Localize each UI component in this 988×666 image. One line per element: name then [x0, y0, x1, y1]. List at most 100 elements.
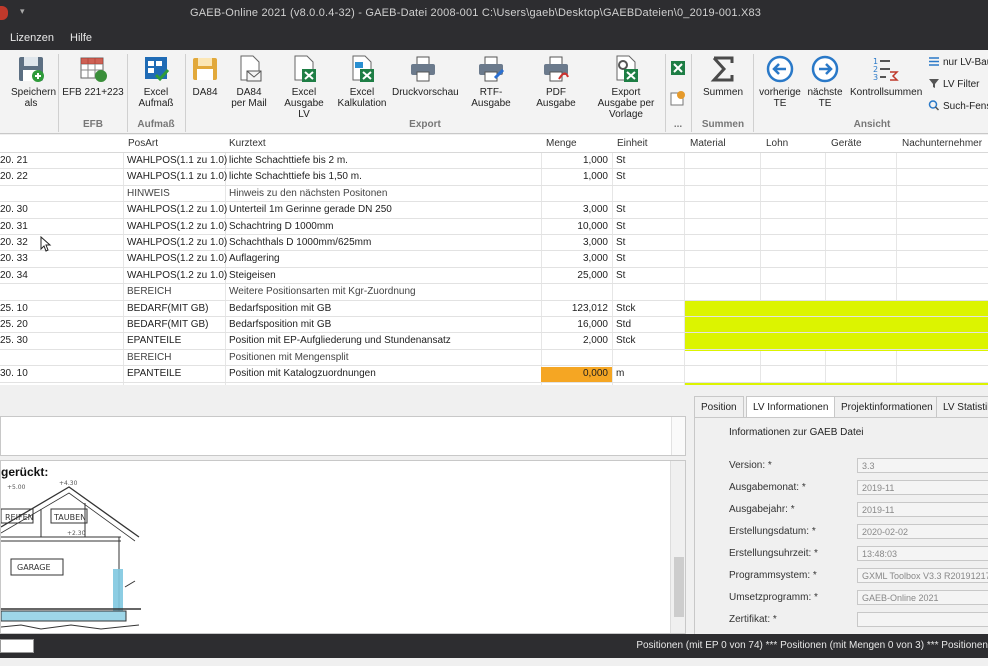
- numbered-sum-icon: 123: [870, 54, 900, 84]
- cell-kurztext: Positionen mit Mengensplit: [229, 351, 349, 363]
- excel-kalkulation-button[interactable]: Excel Kalkulation: [334, 54, 390, 109]
- info-field-value[interactable]: GXML Toolbox V3.3 R20191217: [857, 568, 988, 583]
- app-icon[interactable]: [0, 6, 8, 20]
- da84-button[interactable]: DA84: [188, 54, 222, 98]
- pdf-ausgabe-button[interactable]: PDF Ausgabe: [526, 54, 586, 109]
- table-row[interactable]: 30. 10 EPANTEILE Position mit Katalogzuord…: [0, 366, 988, 383]
- menu-hilfe[interactable]: Hilfe: [70, 32, 92, 44]
- table-row[interactable]: 25. 30 EPANTEILE Position mit EP-Aufgliede…: [0, 333, 988, 350]
- cell-oz: 20. 33: [0, 253, 28, 265]
- tab-projektinformationen[interactable]: Projektinformationen: [834, 396, 940, 418]
- kontrollsummen-button[interactable]: 123 Kontrollsummen: [850, 54, 923, 98]
- cell-einheit: St: [616, 269, 626, 281]
- cell-posart: WAHLPOS(1.2 zu 1.0): [127, 253, 228, 265]
- excel-aufmass-label: Excel Aufmaß: [138, 87, 174, 109]
- such-fenster-button[interactable]: Such-Fenst: [928, 100, 988, 112]
- info-field-value[interactable]: 2019-11: [857, 480, 988, 495]
- tab-position[interactable]: Position: [694, 396, 744, 418]
- group-label-export: Export: [409, 119, 441, 130]
- cell-kurztext: Bedarfsposition mit GB: [229, 302, 332, 314]
- nur-lv-bau-button[interactable]: nur LV-Bau: [928, 56, 988, 68]
- quick-access-dropdown-icon[interactable]: ▾: [20, 6, 25, 17]
- druckvorschau-label: Druckvorschau: [392, 87, 459, 98]
- column-header-nachunternehmer[interactable]: Nachunternehmer: [902, 138, 982, 149]
- info-field-value[interactable]: 2019-11: [857, 502, 988, 517]
- sketch-caption: gerückt:: [1, 465, 49, 479]
- info-field-label: Ausgabejahr: *: [729, 504, 795, 515]
- table-row[interactable]: BEREICH Positionen mit Mengensplit: [0, 350, 988, 367]
- grid-header: PosArt Kurztext Menge Einheit Material L…: [0, 135, 988, 153]
- column-header-material[interactable]: Material: [690, 138, 726, 149]
- table-row[interactable]: 20. 21 WAHLPOS(1.1 zu 1.0) lichte Schachtt…: [0, 153, 988, 170]
- efb-221-223-button[interactable]: EFB 221+223: [62, 54, 124, 98]
- table-row[interactable]: 20. 34 WAHLPOS(1.2 zu 1.0) Steigeisen 25,00…: [0, 268, 988, 285]
- next-te-label: nächste TE: [807, 87, 843, 109]
- import-small-icon[interactable]: [670, 90, 686, 106]
- cell-kurztext: lichte Schachttiefe bis 1,50 m.: [229, 171, 362, 183]
- tab-lv-informationen[interactable]: LV Informationen: [746, 396, 836, 418]
- cell-oz: 25. 30: [0, 335, 28, 347]
- export-vorlage-button[interactable]: Export Ausgabe per Vorlage: [590, 54, 662, 120]
- column-header-posart[interactable]: PosArt: [128, 138, 158, 149]
- sketch-scrollbar[interactable]: [670, 461, 685, 633]
- info-field-value[interactable]: GAEB-Online 2021: [857, 590, 988, 605]
- yellow-disk-icon: [190, 54, 220, 84]
- table-row[interactable]: 20. 22 WAHLPOS(1.1 zu 1.0) lichte Schachtt…: [0, 169, 988, 186]
- next-te-button[interactable]: nächste TE: [803, 54, 847, 109]
- cell-menge: 2,000: [582, 335, 608, 347]
- column-header-geraete[interactable]: Geräte: [831, 138, 862, 149]
- previous-te-button[interactable]: vorherige TE: [756, 54, 804, 109]
- cell-oz: 25. 20: [0, 319, 28, 330]
- table-row[interactable]: 25. 10 BEDARF(MIT GB) Bedarfsposition mit …: [0, 301, 988, 317]
- column-header-lohn[interactable]: Lohn: [766, 138, 788, 149]
- druckvorschau-button[interactable]: Druckvorschau: [392, 54, 459, 98]
- table-row[interactable]: BEREICH Weitere Positionsarten mit Kgr-Zu…: [0, 284, 988, 301]
- table-row[interactable]: 20. 31 WAHLPOS(1.2 zu 1.0) Schachtring D 1…: [0, 219, 988, 235]
- cell-einheit: St: [616, 220, 626, 232]
- table-row[interactable]: 20. 32 WAHLPOS(1.2 zu 1.0) Schachthals D 1…: [0, 235, 988, 252]
- table-row[interactable]: 20. 30 WAHLPOS(1.2 zu 1.0) Unterteil 1m Ge…: [0, 202, 988, 219]
- save-as-button[interactable]: Speichern als: [6, 54, 56, 109]
- lv-positions-grid: PosArt Kurztext Menge Einheit Material L…: [0, 135, 988, 385]
- position-sketch-panel: gerückt: REIFEN TAUBEN GARAGE +5.00 +4.3…: [0, 460, 686, 634]
- status-bar: Positionen (mit EP 0 von 74) *** Positio…: [0, 634, 988, 658]
- cell-posart: WAHLPOS(1.2 zu 1.0): [127, 204, 228, 216]
- sketch-label-tauben: TAUBEN: [53, 513, 86, 522]
- info-field-value[interactable]: 13:48:03: [857, 546, 988, 561]
- table-row[interactable]: 25. 20 BEDARF(MIT GB) Bedarfsposition mit …: [0, 317, 988, 334]
- sketch-scrollbar-thumb[interactable]: [674, 557, 684, 617]
- column-header-menge[interactable]: Menge: [546, 138, 577, 149]
- excel-ausgabe-lv-button[interactable]: Excel Ausgabe LV: [276, 54, 332, 120]
- da84-mail-button[interactable]: DA84 per Mail: [226, 54, 272, 109]
- cell-posart: WAHLPOS(1.2 zu 1.0): [127, 220, 228, 232]
- rtf-label: RTF-Ausgabe: [471, 87, 511, 109]
- excel-small-icon[interactable]: [670, 60, 686, 76]
- kontrollsummen-label: Kontrollsummen: [850, 87, 923, 98]
- info-field-value[interactable]: 2020-02-02: [857, 524, 988, 539]
- info-field-value[interactable]: 3.3: [857, 458, 988, 473]
- info-field-value[interactable]: [857, 612, 988, 627]
- cell-kurztext: Weitere Positionsarten mit Kgr-Zuordnung: [229, 286, 416, 298]
- info-field-label: Erstellungsuhrzeit: *: [729, 548, 818, 559]
- lv-filter-button[interactable]: LV Filter: [928, 78, 980, 90]
- search-icon: [928, 100, 940, 111]
- pdf-label: PDF Ausgabe: [536, 87, 576, 109]
- printer-rtf-icon: [476, 54, 506, 84]
- column-header-kurztext[interactable]: Kurztext: [229, 138, 266, 149]
- export-vorlage-label: Export Ausgabe per Vorlage: [597, 87, 655, 120]
- editor-scrollbar[interactable]: [671, 417, 685, 455]
- column-header-einheit[interactable]: Einheit: [617, 138, 648, 149]
- list-icon: [928, 56, 940, 67]
- table-row[interactable]: HINWEIS Hinweis zu den nächsten Positonen: [0, 186, 988, 203]
- summen-button[interactable]: Summen: [697, 54, 749, 98]
- tab-lv-statistik[interactable]: LV Statistik: [936, 396, 988, 418]
- cell-einheit: St: [616, 171, 626, 183]
- excel-calculation-icon: [347, 54, 377, 84]
- langtext-editor[interactable]: [0, 416, 686, 456]
- cell-menge: 10,000: [577, 220, 608, 232]
- excel-aufmass-button[interactable]: Excel Aufmaß: [131, 54, 181, 109]
- rtf-ausgabe-button[interactable]: RTF-Ausgabe: [460, 54, 522, 109]
- cell-oz: 20. 31: [0, 220, 28, 232]
- table-row[interactable]: 20. 33 WAHLPOS(1.2 zu 1.0) Auflagering 3,00…: [0, 251, 988, 268]
- menu-lizenzen[interactable]: Lizenzen: [10, 32, 54, 44]
